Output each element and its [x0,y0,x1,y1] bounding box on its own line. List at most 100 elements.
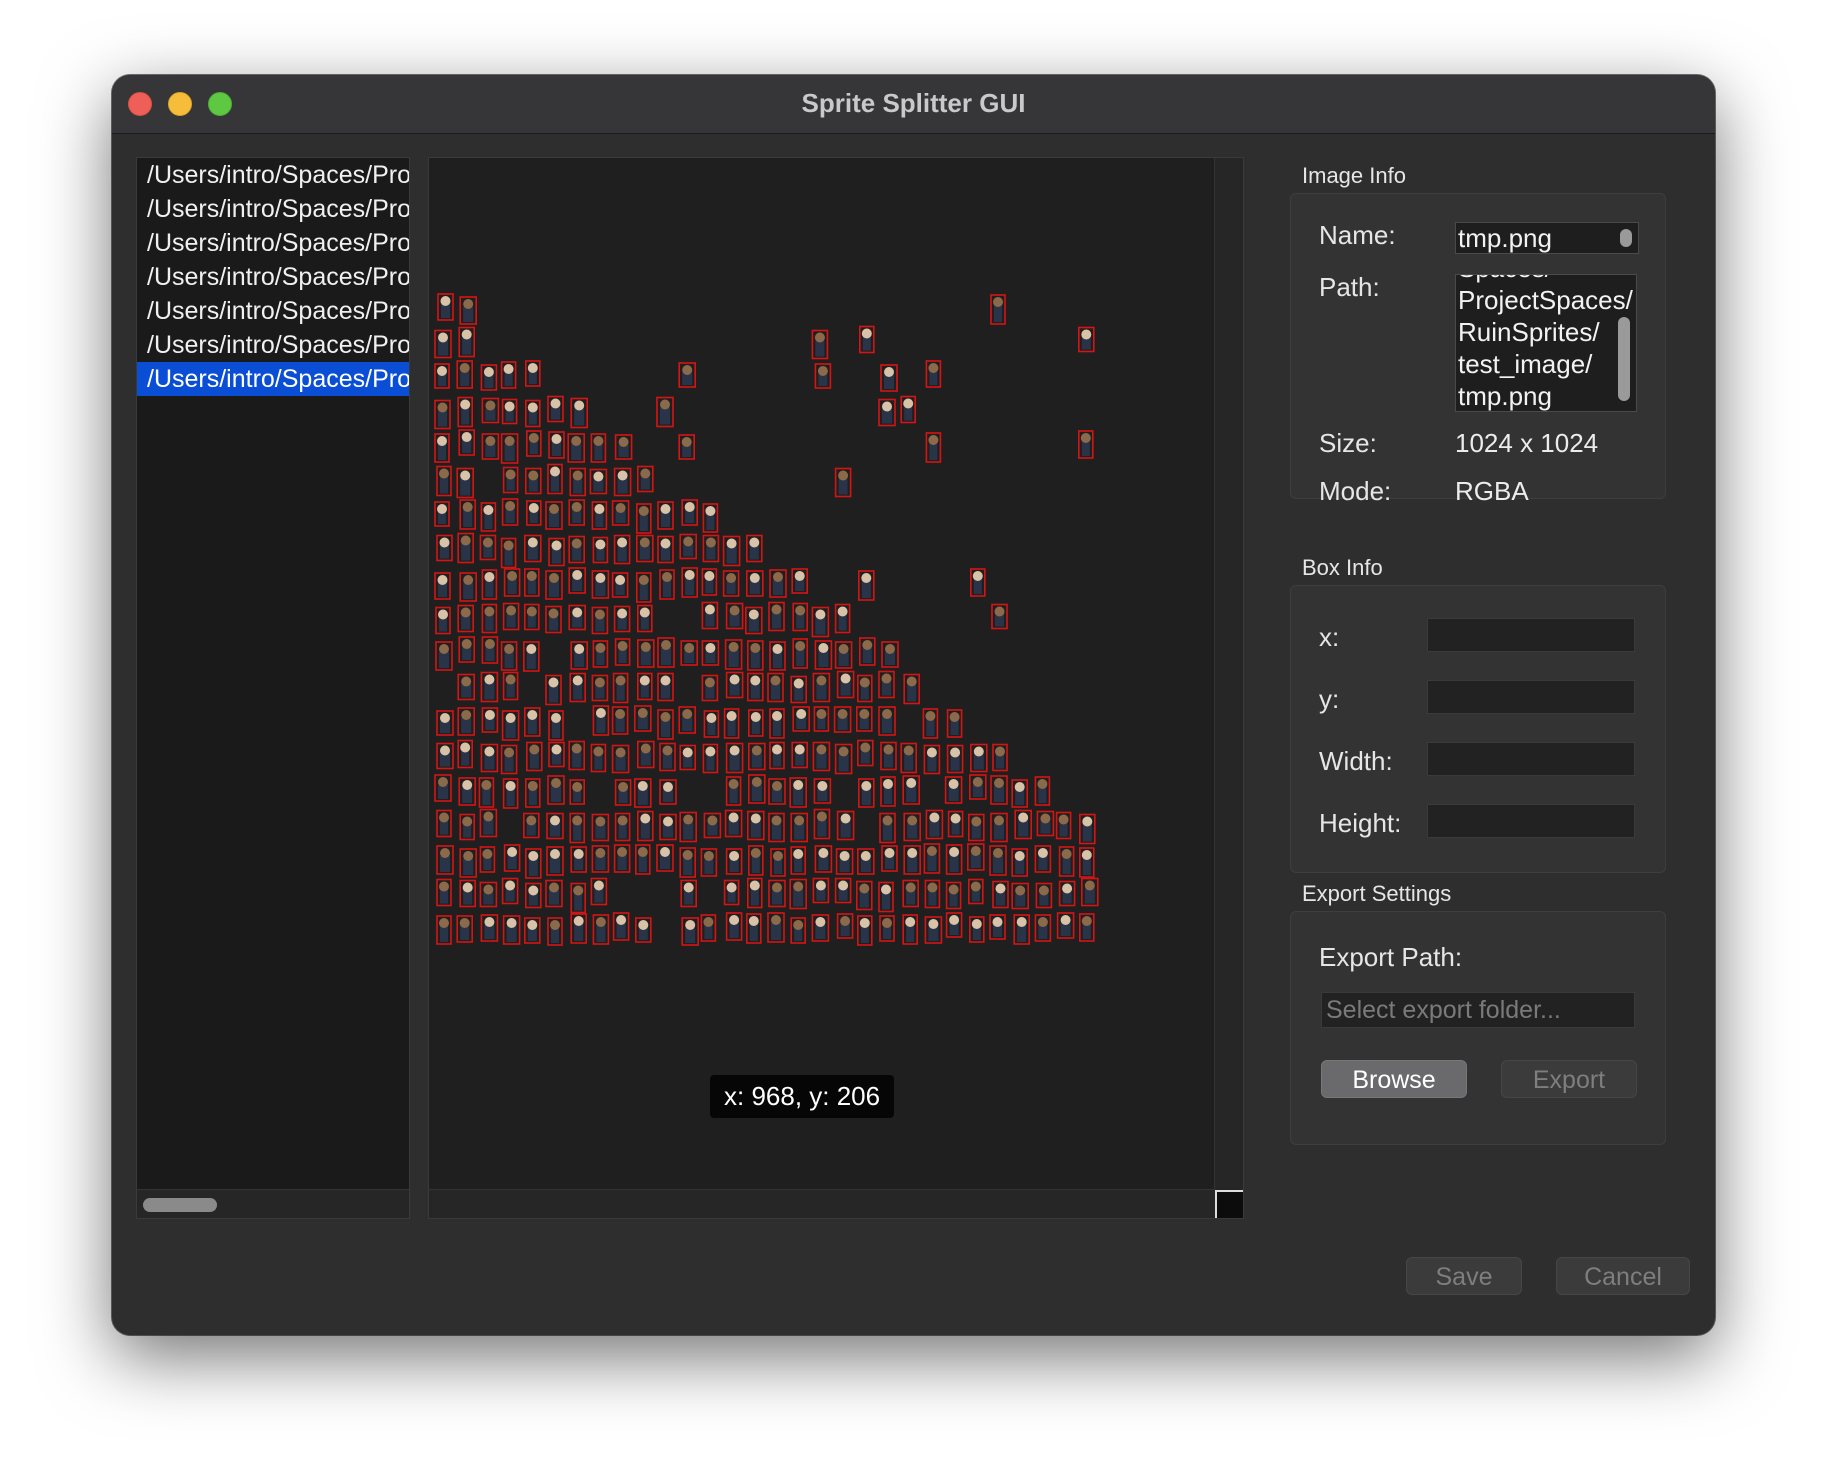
sprite-box[interactable] [768,778,786,805]
export-button[interactable]: Export [1501,1060,1637,1098]
sprite-box[interactable] [679,811,697,843]
sprite-box[interactable] [500,641,518,671]
sprite-box[interactable] [480,364,498,391]
sprite-box[interactable] [592,705,610,736]
sprite-box[interactable] [525,848,542,879]
sprite-box[interactable] [812,672,831,703]
sprite-box[interactable] [789,878,808,910]
sprite-box[interactable] [547,463,563,495]
sprite-box[interactable] [922,708,939,739]
sprite-box[interactable] [567,433,585,463]
sprite-box[interactable] [945,912,963,938]
sprite-box[interactable] [923,744,941,775]
sprite-box[interactable] [1055,811,1072,840]
sprite-box[interactable] [525,467,542,495]
sprite-box[interactable] [436,809,452,838]
sprite-box[interactable] [637,672,653,701]
sprite-box[interactable] [1034,914,1052,942]
sprite-box[interactable] [656,396,674,428]
sprite-box[interactable] [634,705,652,732]
file-list-item[interactable]: /Users/intro/Spaces/ProjectSpaces/RuinSp… [137,362,409,396]
sprite-box[interactable] [659,569,675,600]
sprite-box[interactable] [746,640,764,671]
file-list-scroll-thumb[interactable] [143,1198,217,1212]
sprite-box[interactable] [501,710,520,741]
sprite-box[interactable] [1080,877,1099,907]
sprite-box[interactable] [657,637,675,668]
sprite-box[interactable] [681,917,699,946]
sprite-box[interactable] [769,741,785,770]
sprite-box[interactable] [569,672,586,703]
sprite-box[interactable] [1077,430,1094,459]
sprite-box[interactable] [524,707,541,737]
sprite-box[interactable] [570,846,587,873]
sprite-box[interactable] [614,638,631,666]
sprite-box[interactable] [858,637,876,666]
sprite-box[interactable] [879,812,896,844]
sprite-box[interactable] [747,742,766,771]
sprite-box[interactable] [503,568,521,597]
sprite-box[interactable] [548,741,565,768]
canvas-horizontal-scrollbar[interactable] [429,1189,1215,1218]
sprite-box[interactable] [811,329,829,360]
sprite-box[interactable] [481,569,498,600]
file-list-item[interactable]: /Users/intro/Spaces/ProjectSpaces/RuinSp… [137,192,409,226]
sprite-box[interactable] [434,774,452,802]
sprite-box[interactable] [791,741,809,769]
sprite-box[interactable] [657,672,674,702]
sprite-box[interactable] [811,914,830,942]
sprite-box[interactable] [1011,779,1029,808]
sprite-box[interactable] [612,912,630,941]
sprite-box[interactable] [924,879,941,909]
sprite-box[interactable] [614,434,633,460]
sprite-box[interactable] [813,778,832,804]
sprite-box[interactable] [434,572,451,600]
sprite-box[interactable] [502,671,519,701]
sprite-box[interactable] [456,467,475,499]
sprite-box[interactable] [479,808,498,838]
sprite-box[interactable] [545,501,563,530]
sprite-box[interactable] [1058,846,1075,877]
sprite-box[interactable] [945,844,963,875]
sprite-box[interactable] [523,812,540,839]
sprite-box[interactable] [811,606,830,638]
sprite-box[interactable] [636,503,652,534]
sprite-box[interactable] [569,812,585,844]
sprite-box[interactable] [434,399,451,430]
box-y-input[interactable] [1427,680,1635,714]
sprite-box[interactable] [568,604,586,631]
sprite-box[interactable] [923,843,941,874]
sprite-box[interactable] [1011,882,1030,910]
sprite-box[interactable] [613,844,631,873]
sprite-box[interactable] [545,570,563,600]
sprite-box[interactable] [945,881,962,910]
sprite-box[interactable] [458,326,476,358]
sprite-box[interactable] [770,848,786,877]
sprite-box[interactable] [480,671,499,703]
sprite-box[interactable] [459,499,477,530]
sprite-sheet-view[interactable] [429,158,1215,1190]
sprite-box[interactable] [548,710,564,741]
sprite-box[interactable] [459,813,476,841]
sprite-box[interactable] [613,534,631,565]
sprite-box[interactable] [659,742,676,772]
sprite-box[interactable] [925,809,944,840]
sprite-box[interactable] [613,467,632,497]
sprite-box[interactable] [526,430,542,457]
sprite-box[interactable] [768,601,785,632]
sprite-box[interactable] [747,845,764,876]
sprite-box[interactable] [992,743,1008,772]
sprite-box[interactable] [702,743,719,774]
sprite-box[interactable] [991,603,1008,630]
sprite-box[interactable] [701,601,719,630]
sprite-box[interactable] [437,293,454,321]
sprite-box[interactable] [878,706,896,736]
sprite-box[interactable] [791,568,809,594]
sprite-box[interactable] [525,360,541,387]
sprite-box[interactable] [434,501,450,527]
sprite-box[interactable] [656,844,674,872]
sprite-box[interactable] [457,673,476,701]
sprite-box[interactable] [969,568,986,597]
sprite-box[interactable] [747,774,766,804]
sprite-box[interactable] [834,743,853,775]
